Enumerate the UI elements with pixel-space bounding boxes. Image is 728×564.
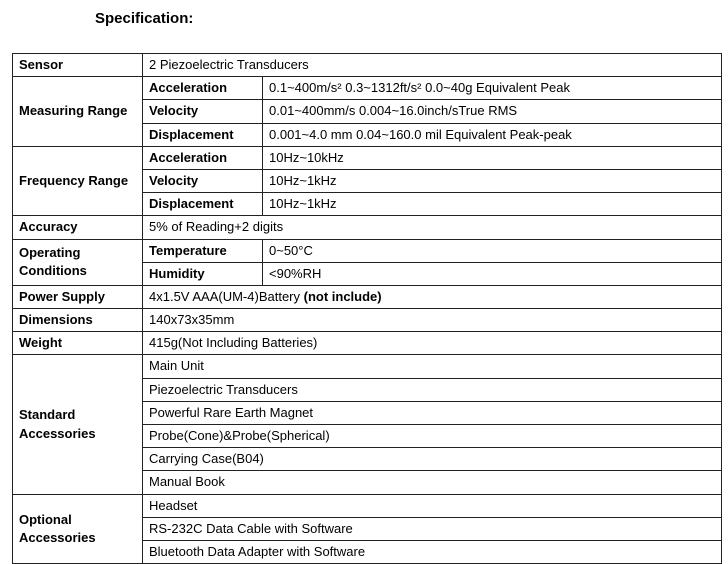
power-supply-label: Power Supply [13,285,143,308]
mr-displacement-label: Displacement [143,123,263,146]
mr-displacement-value: 0.001~4.0 mm 0.04~160.0 mil Equivalent P… [263,123,722,146]
table-row: Power Supply 4x1.5V AAA(UM-4)Battery (no… [13,285,722,308]
oa-item: RS-232C Data Cable with Software [143,517,722,540]
mr-accel-label: Acceleration [143,77,263,100]
fr-displacement-label: Displacement [143,193,263,216]
power-supply-note: (not include) [304,289,382,304]
oa-item: Headset [143,494,722,517]
oc-humidity-label: Humidity [143,262,263,285]
sa-item: Carrying Case(B04) [143,448,722,471]
sa-item: Probe(Cone)&Probe(Spherical) [143,425,722,448]
fr-velocity-value: 10Hz~1kHz [263,169,722,192]
sensor-value: 2 Piezoelectric Transducers [143,54,722,77]
table-row: Frequency Range Acceleration 10Hz~10kHz [13,146,722,169]
mr-velocity-label: Velocity [143,100,263,123]
oc-temperature-label: Temperature [143,239,263,262]
table-row: Sensor 2 Piezoelectric Transducers [13,54,722,77]
table-row: Dimensions 140x73x35mm [13,309,722,332]
weight-value: 415g(Not Including Batteries) [143,332,722,355]
sa-item: Main Unit [143,355,722,378]
table-row: Accuracy 5% of Reading+2 digits [13,216,722,239]
frequency-range-label: Frequency Range [13,146,143,216]
oc-humidity-value: <90%RH [263,262,722,285]
sa-item: Powerful Rare Earth Magnet [143,401,722,424]
table-row: Operating Conditions Temperature 0~50°C [13,239,722,262]
optional-accessories-label: Optional Accessories [13,494,143,564]
oc-temperature-value: 0~50°C [263,239,722,262]
table-row: Measuring Range Acceleration 0.1~400m/s²… [13,77,722,100]
power-supply-text: 4x1.5V AAA(UM-4)Battery [149,289,304,304]
accuracy-label: Accuracy [13,216,143,239]
table-row: Optional Accessories Headset [13,494,722,517]
sa-item: Piezoelectric Transducers [143,378,722,401]
operating-conditions-label: Operating Conditions [13,239,143,285]
table-row: Weight 415g(Not Including Batteries) [13,332,722,355]
page-title: Specification: [95,10,728,27]
mr-accel-value: 0.1~400m/s² 0.3~1312ft/s² 0.0~40g Equiva… [263,77,722,100]
fr-velocity-label: Velocity [143,169,263,192]
sa-item: Manual Book [143,471,722,494]
accuracy-value: 5% of Reading+2 digits [143,216,722,239]
measuring-range-label: Measuring Range [13,77,143,147]
weight-label: Weight [13,332,143,355]
fr-displacement-value: 10Hz~1kHz [263,193,722,216]
dimensions-label: Dimensions [13,309,143,332]
dimensions-value: 140x73x35mm [143,309,722,332]
table-row: Standard Accessories Main Unit [13,355,722,378]
fr-accel-label: Acceleration [143,146,263,169]
sensor-label: Sensor [13,54,143,77]
fr-accel-value: 10Hz~10kHz [263,146,722,169]
power-supply-value: 4x1.5V AAA(UM-4)Battery (not include) [143,285,722,308]
standard-accessories-label: Standard Accessories [13,355,143,494]
mr-velocity-value: 0.01~400mm/s 0.004~16.0inch/sTrue RMS [263,100,722,123]
specification-table: Sensor 2 Piezoelectric Transducers Measu… [12,53,722,564]
oa-item: Bluetooth Data Adapter with Software [143,540,722,563]
